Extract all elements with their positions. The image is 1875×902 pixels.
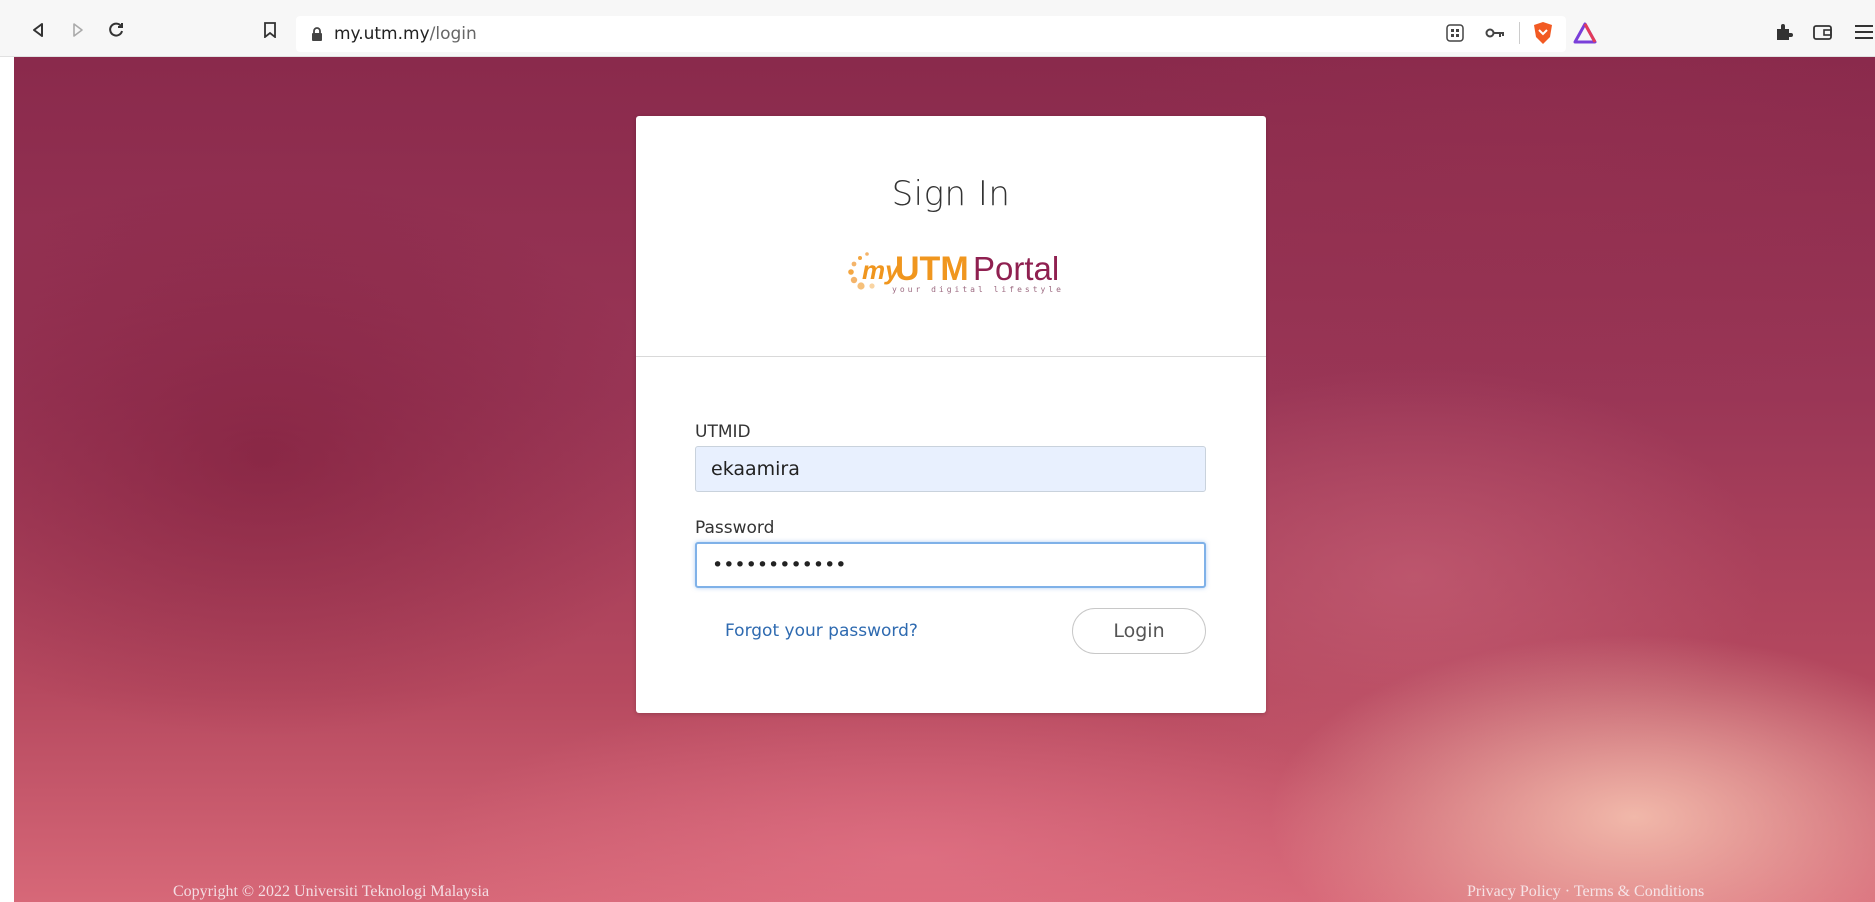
forward-icon[interactable] bbox=[66, 18, 90, 42]
qr-code-icon[interactable] bbox=[1444, 22, 1466, 44]
wallet-icon[interactable] bbox=[1811, 20, 1835, 44]
password-label: Password bbox=[695, 518, 775, 538]
browser-toolbar: my.utm.my/login bbox=[0, 0, 1875, 57]
login-button[interactable]: Login bbox=[1072, 608, 1206, 654]
utmid-label: UTMID bbox=[695, 422, 751, 442]
forgot-password-link[interactable]: Forgot your password? bbox=[725, 621, 918, 641]
toolbar-separator bbox=[1519, 22, 1520, 44]
back-icon[interactable] bbox=[26, 18, 50, 42]
sign-in-title: Sign In bbox=[891, 174, 1011, 214]
myutm-portal-logo: my UTM Portal your digital lifestyle bbox=[848, 250, 1064, 294]
brave-rewards-icon[interactable] bbox=[1572, 20, 1598, 46]
logo-portal-text: Portal bbox=[973, 250, 1059, 287]
login-page-background: Sign In my UTM Portal your digital lifes… bbox=[14, 57, 1875, 902]
password-input[interactable] bbox=[695, 542, 1206, 588]
footer-separator: · bbox=[1564, 883, 1571, 900]
lock-icon bbox=[312, 27, 322, 41]
address-bar[interactable]: my.utm.my/login bbox=[296, 16, 1566, 52]
utmid-input[interactable] bbox=[695, 446, 1206, 492]
extensions-icon[interactable] bbox=[1772, 20, 1796, 44]
bookmark-icon[interactable] bbox=[258, 18, 282, 42]
key-icon[interactable] bbox=[1484, 22, 1506, 44]
brave-shield-icon[interactable] bbox=[1530, 20, 1556, 46]
privacy-policy-link[interactable]: Privacy Policy bbox=[1467, 883, 1561, 900]
url-text: my.utm.my/login bbox=[334, 24, 477, 44]
menu-icon[interactable] bbox=[1853, 20, 1875, 44]
reload-icon[interactable] bbox=[104, 18, 128, 42]
copyright-text: Copyright © 2022 Universiti Teknologi Ma… bbox=[173, 883, 490, 900]
footer-links: Privacy Policy · Terms & Conditions bbox=[1467, 883, 1704, 901]
terms-conditions-link[interactable]: Terms & Conditions bbox=[1574, 883, 1704, 900]
sign-in-card: Sign In my UTM Portal your digital lifes… bbox=[636, 116, 1266, 713]
card-divider bbox=[636, 356, 1266, 357]
logo-utm-text: UTM bbox=[895, 250, 969, 288]
logo-tagline-text: your digital lifestyle bbox=[892, 285, 1064, 294]
